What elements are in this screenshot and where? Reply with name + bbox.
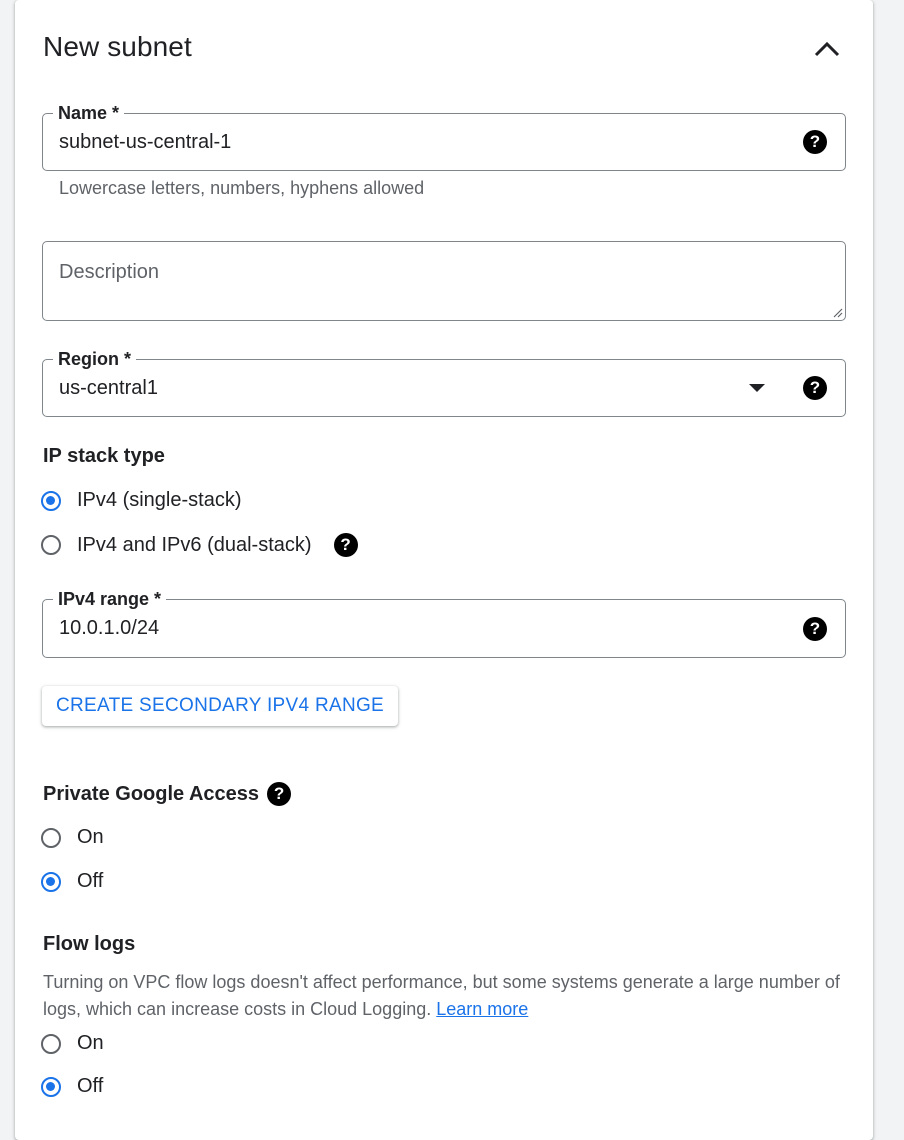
- radio-unselected-icon[interactable]: [41, 535, 61, 555]
- private-access-option-label: On: [77, 826, 104, 848]
- private-google-access-label: Private Google Access: [43, 782, 260, 805]
- flow-logs-off-option[interactable]: Off: [41, 1075, 103, 1098]
- create-secondary-range-button[interactable]: CREATE SECONDARY IPV4 RANGE: [42, 686, 399, 726]
- radio-selected-icon[interactable]: [41, 490, 61, 511]
- ipv4-range-field[interactable]: IPv4 range * 10.0.1.0/24 ?: [42, 587, 846, 658]
- ip-stack-option-single[interactable]: IPv4 (single-stack): [41, 489, 242, 512]
- ip-stack-title: IP stack type: [43, 445, 165, 467]
- description-placeholder: Description: [59, 261, 160, 283]
- region-help-icon[interactable]: ?: [803, 376, 827, 400]
- radio-selected-icon[interactable]: [41, 1076, 61, 1097]
- private-access-on-option[interactable]: On: [41, 826, 104, 849]
- flow-logs-option-label: On: [77, 1032, 104, 1054]
- ip-stack-option-label: IPv4 (single-stack): [77, 489, 242, 511]
- private-access-option-label: Off: [77, 870, 104, 892]
- name-field[interactable]: Name * subnet-us-central-1 ?: [42, 101, 846, 171]
- flow-logs-description: Turning on VPC flow logs doesn't affect …: [43, 969, 853, 1023]
- private-access-help-icon[interactable]: ?: [267, 782, 292, 806]
- ipv4-range-input[interactable]: 10.0.1.0/24: [59, 600, 159, 657]
- flow-logs-option-label: Off: [77, 1075, 104, 1097]
- flow-logs-on-option[interactable]: On: [41, 1032, 104, 1055]
- private-google-access-title: Private Google Access ?: [43, 782, 292, 806]
- chevron-up-icon: [814, 41, 840, 57]
- radio-selected-icon[interactable]: [41, 871, 61, 892]
- description-textarea[interactable]: Description: [42, 241, 846, 321]
- name-help-icon[interactable]: ?: [803, 130, 827, 154]
- new-subnet-panel: New subnet Name * subnet-us-central-1 ? …: [15, 0, 873, 1140]
- private-access-off-option[interactable]: Off: [41, 870, 103, 893]
- learn-more-link[interactable]: Learn more: [436, 999, 528, 1019]
- radio-unselected-icon[interactable]: [41, 1033, 61, 1054]
- flow-logs-title: Flow logs: [43, 933, 136, 955]
- region-select[interactable]: Region * us-central1 ?: [42, 347, 846, 417]
- dropdown-arrow-icon[interactable]: [748, 383, 766, 393]
- ip-stack-option-label: IPv4 and IPv6 (dual-stack): [77, 533, 312, 556]
- resize-handle-icon[interactable]: [831, 306, 843, 318]
- name-hint: Lowercase letters, numbers, hyphens allo…: [59, 178, 425, 198]
- name-input[interactable]: subnet-us-central-1: [59, 114, 231, 170]
- region-value: us-central1: [59, 376, 158, 399]
- dual-stack-help-icon[interactable]: ?: [333, 533, 358, 557]
- ip-stack-option-dual[interactable]: IPv4 and IPv6 (dual-stack) ?: [41, 533, 358, 557]
- radio-unselected-icon[interactable]: [41, 827, 61, 848]
- collapse-button[interactable]: [811, 33, 843, 65]
- panel-title: New subnet: [43, 31, 192, 62]
- ipv4-range-help-icon[interactable]: ?: [803, 617, 827, 641]
